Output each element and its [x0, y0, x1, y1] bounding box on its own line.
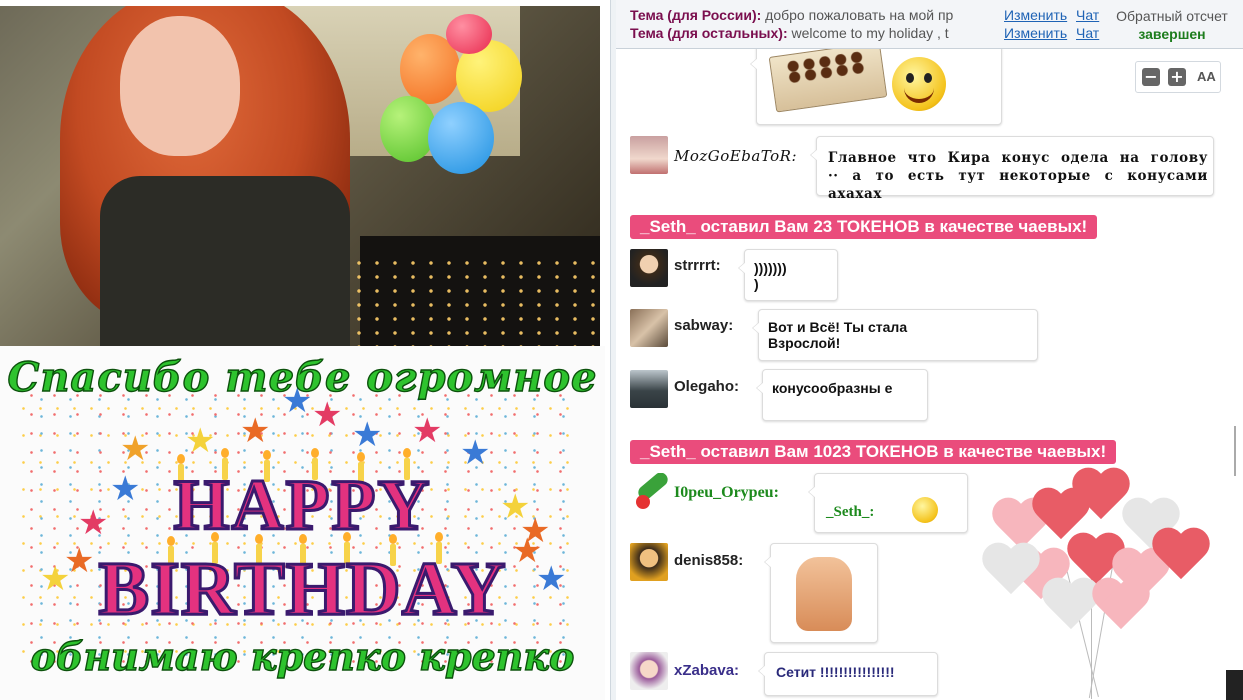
countdown-box: Обратный отсчет завершен	[1112, 8, 1232, 42]
topic-russia-label: Тема (для России):	[630, 7, 762, 23]
message-text: Вот и Всё! Ты стала Взрослой!	[768, 319, 908, 351]
edit-topic-russia-link[interactable]: Изменить	[1004, 7, 1067, 23]
edit-topic-others-link[interactable]: Изменить	[1004, 25, 1067, 41]
balloon	[428, 102, 494, 174]
message-text: ))))))) )	[754, 260, 787, 292]
avatar[interactable]	[630, 136, 668, 174]
fist-icon	[796, 557, 852, 631]
message-text: Сетит !!!!!!!!!!!!!!!!	[776, 664, 895, 680]
card-line-top: Спасибо тебе огромное	[7, 353, 598, 401]
avatar[interactable]	[630, 652, 668, 690]
username[interactable]: denis858:	[674, 552, 743, 569]
heart-balloons-image	[971, 469, 1221, 699]
avatar[interactable]	[630, 370, 668, 408]
card-line-bottom: обнимаю крепко крепко	[30, 633, 575, 679]
topic-others-value: welcome to my holiday , t	[791, 25, 949, 41]
tip-notification: _Seth_ оставил Вам 1023 ТОКЕНОВ в качест…	[630, 440, 1117, 464]
username[interactable]: strrrrt:	[674, 257, 721, 274]
smiley-icon	[892, 57, 946, 111]
username[interactable]: sabway:	[674, 317, 733, 334]
fairy-lights	[350, 256, 600, 346]
chat-scrollbar[interactable]	[1226, 49, 1243, 700]
chat-log[interactable]: − + AA MozGoEbaToR: Главное что Кира кон…	[616, 49, 1226, 700]
topic-bar: Тема (для России): добро пожаловать на м…	[616, 0, 1243, 49]
card-birthday-text: BIRTHDAY	[97, 546, 507, 633]
topic-others-row: Тема (для остальных): welcome to my holi…	[630, 25, 1099, 41]
star-icon: ★	[312, 396, 343, 434]
balloon	[380, 96, 436, 162]
avatar[interactable]	[630, 309, 668, 347]
balloon	[446, 14, 492, 54]
star-icon: ★	[352, 416, 383, 454]
font-zoom-control: − + AA	[1135, 61, 1221, 93]
card-happy-text: HAPPY	[172, 464, 432, 547]
font-size-label[interactable]: AA	[1197, 69, 1216, 84]
countdown-status: завершен	[1138, 26, 1206, 42]
message-text: _Seth_:	[826, 504, 875, 520]
scrollbar-thumb[interactable]	[1226, 670, 1243, 700]
username[interactable]: I0peu_Orypeu:	[674, 484, 779, 502]
star-icon: ★	[185, 422, 216, 460]
username[interactable]: xZabava:	[674, 662, 739, 679]
birthday-card-image: ★ ★ ★ ★ ★ ★ ★ ★ ★ ★ ★ ★ ★ ★ ★ ★ Спасибо …	[0, 346, 605, 700]
avatar[interactable]	[630, 249, 668, 287]
username[interactable]: Olegaho:	[674, 378, 739, 395]
zoom-out-button[interactable]: −	[1142, 68, 1160, 86]
chat-topic-others-link[interactable]: Чат	[1076, 25, 1099, 41]
message-text: Главное что Кира конус одела на голову ·…	[828, 150, 1208, 202]
avatar[interactable]	[630, 473, 668, 511]
countdown-title: Обратный отсчет	[1116, 8, 1228, 24]
zoom-in-button[interactable]: +	[1168, 68, 1186, 86]
tip-notification: _Seth_ оставил Вам 23 ТОКЕНОВ в качестве…	[630, 215, 1098, 239]
topic-russia-row: Тема (для России): добро пожаловать на м…	[630, 7, 1099, 23]
star-icon: ★	[412, 412, 443, 450]
star-icon: ★	[240, 412, 271, 450]
username[interactable]: MozGoEbaToR:	[674, 147, 797, 165]
webcam-video[interactable]	[0, 6, 600, 346]
star-icon: ★	[120, 430, 151, 468]
chat-pane: Тема (для России): добро пожаловать на м…	[616, 0, 1243, 700]
chat-topic-russia-link[interactable]: Чат	[1076, 7, 1099, 23]
message-text: конусообразны е	[772, 380, 893, 396]
message-bubble	[808, 473, 968, 533]
topic-russia-value: добро пожаловать на мой пр	[765, 7, 954, 23]
topic-others-label: Тема (для остальных):	[630, 25, 788, 41]
dancing-smiley-icon	[912, 497, 938, 523]
left-pane: ★ ★ ★ ★ ★ ★ ★ ★ ★ ★ ★ ★ ★ ★ ★ ★ Спасибо …	[0, 0, 610, 700]
broadcaster	[40, 6, 350, 346]
avatar[interactable]	[630, 543, 668, 581]
app-root: ★ ★ ★ ★ ★ ★ ★ ★ ★ ★ ★ ★ ★ ★ ★ ★ Спасибо …	[0, 0, 1243, 700]
